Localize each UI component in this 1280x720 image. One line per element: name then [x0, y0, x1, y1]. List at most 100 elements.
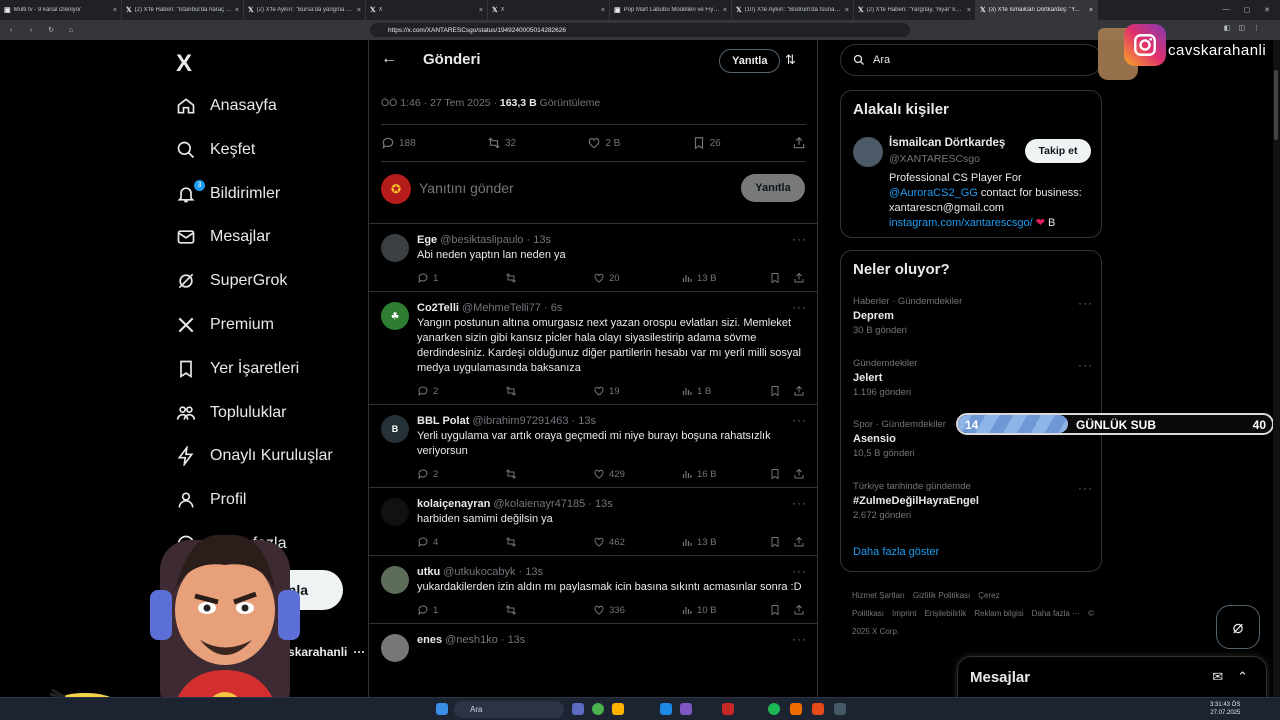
folder-icon[interactable] [612, 703, 624, 715]
more-options-icon[interactable]: ··· [792, 632, 807, 646]
windows-start-icon[interactable] [436, 703, 448, 715]
browser-tab[interactable]: ▣ Pop Mart Labubu Modelleri ve Fiyatla...… [610, 0, 732, 20]
reply-action[interactable]: 1 [417, 272, 505, 284]
nav-item-profile[interactable]: Profil [176, 487, 246, 513]
browser-tab[interactable]: 𝕏 (10) X'te Aykırı: "Bodrum'da tsunami...… [732, 0, 854, 20]
more-options-icon[interactable]: ··· [1078, 296, 1093, 310]
reply-author-name[interactable]: Ege [417, 234, 437, 246]
nav-item-search[interactable]: Keşfet [176, 137, 255, 163]
repost-action[interactable] [505, 604, 593, 616]
views-action[interactable]: 13 B [681, 536, 769, 548]
new-message-icon[interactable]: ✉ [1212, 669, 1223, 685]
repost-action[interactable]: 32 [487, 136, 516, 150]
more-options-icon[interactable]: ··· [792, 496, 807, 510]
views-action[interactable]: 10 B [681, 604, 769, 616]
more-options-icon[interactable]: ··· [1078, 481, 1093, 495]
bookmark-action[interactable] [769, 468, 793, 480]
bookmark-action[interactable] [769, 385, 793, 397]
related-user-handle[interactable]: @XANTARESCsgo [889, 153, 980, 165]
reply-action[interactable]: 188 [381, 136, 416, 150]
avatar[interactable]: ☘ [381, 302, 409, 330]
reply-author-handle[interactable]: @ibrahim97291463 [472, 415, 568, 427]
address-bar[interactable]: https://x.com/XANTARESCsgo/status/194924… [370, 23, 910, 37]
reply-item[interactable]: ☘ Co2Telli @MehmeTelli77 · 6s ··· Yangın post… [369, 291, 817, 404]
forward-nav-icon[interactable]: › [26, 27, 36, 34]
close-tab-icon[interactable]: × [845, 7, 849, 14]
reply-item[interactable]: utku @utkukocabyk · 13s ··· yukardakilerden … [369, 555, 817, 623]
app-icon[interactable] [790, 703, 802, 715]
reply-author-name[interactable]: BBL Polat [417, 415, 469, 427]
reply-time[interactable]: · 13s [519, 566, 543, 578]
repost-action[interactable] [505, 536, 593, 548]
bio-instagram-link[interactable]: instagram.com/xantarescsgo/ [889, 217, 1033, 229]
close-tab-icon[interactable]: × [723, 7, 727, 14]
follow-button[interactable]: Takip et [1025, 139, 1091, 163]
browser-tab[interactable]: 𝕏 (2) X'te Haberi: "İstanbul'da haraç al.… [122, 0, 244, 20]
reply-item[interactable]: Ege @besiktaslipaulo · 13s ··· Abi neden yap… [369, 223, 817, 291]
close-tab-icon[interactable]: × [479, 7, 483, 14]
avatar[interactable] [381, 498, 409, 526]
share-action[interactable] [793, 468, 805, 480]
nav-item-communities[interactable]: Topluluklar [176, 400, 286, 426]
x-logo-icon[interactable]: X [176, 50, 192, 78]
views-action[interactable]: 16 B [681, 468, 769, 480]
repost-action[interactable] [505, 272, 593, 284]
close-tab-icon[interactable]: × [967, 7, 971, 14]
reload-icon[interactable]: ↻ [46, 26, 56, 34]
back-nav-icon[interactable]: ‹ [6, 27, 16, 34]
share-action[interactable] [793, 385, 805, 397]
like-action[interactable]: 19 [593, 385, 681, 397]
more-options-icon[interactable]: ··· [792, 413, 807, 427]
close-window-icon[interactable]: ✕ [1264, 6, 1270, 14]
more-options-icon[interactable]: ··· [792, 232, 807, 246]
share-action[interactable] [792, 136, 806, 150]
chrome-icon[interactable] [592, 703, 604, 715]
avatar[interactable]: B [381, 415, 409, 443]
reply-author-name[interactable]: enes [417, 634, 442, 646]
footer-link[interactable]: Hizmet Şartları [852, 591, 905, 600]
like-action[interactable]: 429 [593, 468, 681, 480]
bookmark-action[interactable]: 26 [692, 136, 721, 150]
reply-action[interactable]: 2 [417, 385, 505, 397]
close-tab-icon[interactable]: × [113, 7, 117, 14]
more-options-icon[interactable]: ··· [792, 564, 807, 578]
reply-author-handle[interactable]: @besiktaslipaulo [440, 234, 523, 246]
show-more-link[interactable]: Daha fazla göster [853, 546, 939, 558]
repost-action[interactable] [505, 385, 593, 397]
browser-tab[interactable]: 𝕏 (3) X'te İsmailcan Dörtkardeş: "Y... × [976, 0, 1098, 20]
reply-item[interactable]: B BBL Polat @ibrahim97291463 · 13s ··· Yerli … [369, 404, 817, 487]
reply-input[interactable]: Yanıtını gönder [419, 180, 514, 196]
reply-action[interactable]: 2 [417, 468, 505, 480]
reply-author-name[interactable]: utku [417, 566, 440, 578]
bookmark-action[interactable] [769, 604, 793, 616]
avatar[interactable] [381, 234, 409, 262]
sort-settings-icon[interactable]: ⇅ [785, 52, 796, 68]
footer-link[interactable]: Gizlilik Politikası [913, 591, 970, 600]
scrollbar-thumb[interactable] [1274, 70, 1278, 140]
more-dots-icon[interactable]: ··· [353, 645, 365, 659]
reply-item[interactable]: enes @nesh1ko · 13s ··· [369, 623, 817, 662]
app-icon[interactable] [722, 703, 734, 715]
maximize-icon[interactable]: ▢ [1244, 6, 1251, 14]
bookmark-action[interactable] [769, 272, 793, 284]
reply-author-handle[interactable]: @kolaienayr47185 [493, 498, 585, 510]
views-action[interactable]: 13 B [681, 272, 769, 284]
scrollbar[interactable] [1273, 40, 1280, 720]
nav-item-lightning[interactable]: Onaylı Kuruluşlar [176, 443, 333, 469]
browser-tab[interactable]: 𝕏 (2) X'te Aykırı: "Bursa'da yangına müd.… [244, 0, 366, 20]
reply-author-handle[interactable]: @utkukocabyk [443, 566, 515, 578]
reply-time[interactable]: · 13s [588, 498, 612, 510]
close-tab-icon[interactable]: × [1089, 7, 1093, 14]
trend-item[interactable]: Türkiye tarihinde gündemde #ZulmeDeğilHay… [853, 481, 1093, 521]
browser-tab[interactable]: 𝕏 (2) X'te Haberi: "Yargıtay, 'hiyar' kel… [854, 0, 976, 20]
spotify-icon[interactable] [768, 703, 780, 715]
back-arrow-icon[interactable]: ← [381, 50, 397, 68]
like-action[interactable]: 2 B [587, 136, 620, 150]
home-nav-icon[interactable]: ⌂ [66, 27, 76, 34]
reply-item[interactable]: kolaiçenayran @kolaienayr47185 · 13s ··· har… [369, 487, 817, 555]
reply-author-name[interactable]: Co2Telli [417, 302, 459, 314]
nav-item-bell[interactable]: 3 Bildirimler [176, 179, 280, 207]
bio-mention-link[interactable]: @AuroraCS2_GG [889, 187, 978, 199]
reply-time[interactable]: · 13s [527, 234, 551, 246]
like-action[interactable]: 336 [593, 604, 681, 616]
